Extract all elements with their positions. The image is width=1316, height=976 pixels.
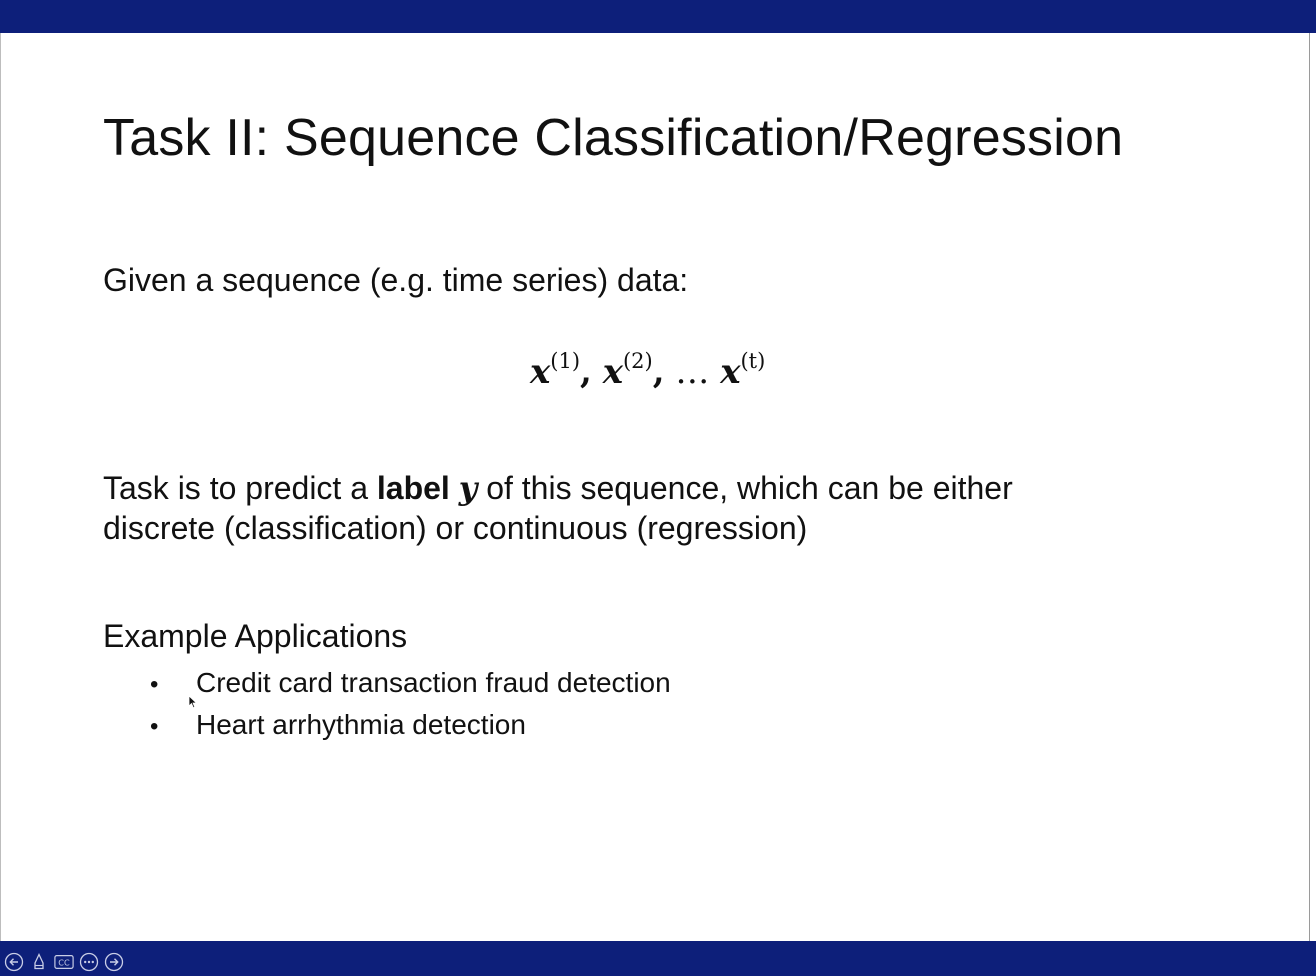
list-item: • Credit card transaction fraud detection	[150, 667, 671, 699]
examples-heading: Example Applications	[103, 618, 408, 654]
formula-sup-2: (2)	[622, 349, 653, 373]
formula-sup-3: (t)	[740, 349, 766, 373]
task-label-var: y	[458, 469, 478, 507]
slideshow-controls: CC	[4, 952, 124, 972]
formula-var-2: x	[602, 352, 623, 392]
bullet-icon: •	[150, 713, 159, 740]
list-item: • Heart arrhythmia detection	[150, 709, 526, 741]
captions-label: CC	[58, 958, 70, 968]
arrow-right-icon	[104, 952, 124, 972]
formula-var-3: x	[720, 352, 741, 392]
captions-icon: CC	[54, 955, 74, 969]
task-label-bold: label	[376, 470, 450, 506]
pen-tool-button[interactable]	[29, 952, 49, 972]
formula-sep-1: ,	[580, 352, 592, 392]
list-item-text: Credit card transaction fraud detection	[196, 667, 671, 698]
previous-slide-button[interactable]	[4, 952, 24, 972]
task-part1: Task is to predict a	[103, 470, 377, 506]
captions-button[interactable]: CC	[54, 952, 74, 972]
sequence-formula: x(1), x(2), … x(t)	[530, 349, 766, 393]
formula-var-1: x	[530, 352, 551, 392]
arrow-left-icon	[4, 952, 24, 972]
bottom-toolbar	[0, 941, 1316, 976]
task-text-line-2: discrete (classification) or continuous …	[103, 510, 808, 546]
task-text-line-1: Task is to predict a label y of this seq…	[103, 469, 1013, 507]
formula-sep-2: ,	[652, 352, 665, 392]
slide-left-border	[0, 33, 1, 941]
slide-right-border	[1309, 33, 1310, 941]
top-banner	[0, 0, 1316, 33]
pen-icon	[34, 952, 44, 970]
mouse-cursor-icon	[188, 695, 198, 709]
task-part2: of this sequence, which can be either	[477, 470, 1013, 506]
more-options-button[interactable]	[79, 952, 99, 972]
formula-ellipsis: …	[675, 352, 710, 392]
formula-sup-1: (1)	[550, 349, 581, 373]
more-icon	[79, 952, 99, 972]
slide-title: Task II: Sequence Classification/Regress…	[103, 109, 1124, 167]
next-slide-button[interactable]	[104, 952, 124, 972]
intro-text: Given a sequence (e.g. time series) data…	[103, 262, 689, 298]
list-item-text: Heart arrhythmia detection	[196, 709, 526, 740]
